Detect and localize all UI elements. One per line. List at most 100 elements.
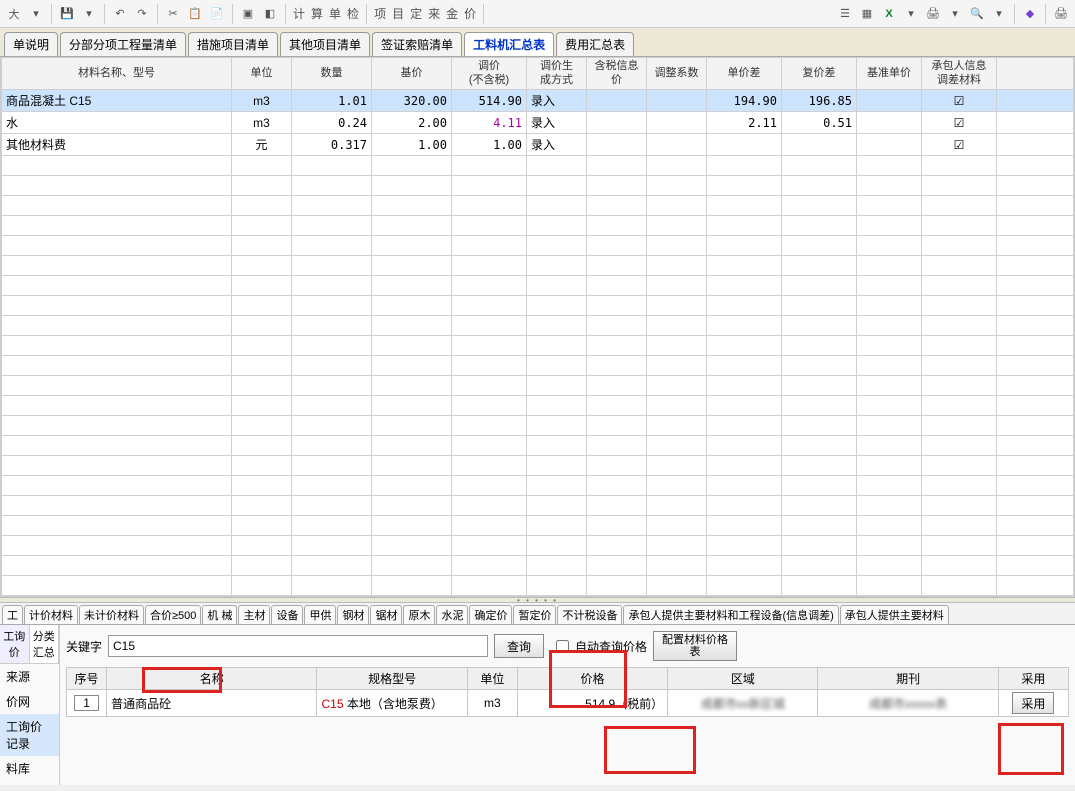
filter-tab[interactable]: 承包人提供主要材料和工程设备(信息调差)	[623, 605, 838, 624]
filter-tab[interactable]: 不计税设备	[557, 605, 622, 624]
side-tab-price[interactable]: 工询价	[0, 625, 30, 663]
grid-header[interactable]: 基价	[372, 58, 452, 90]
calc-label[interactable]: 检	[345, 5, 361, 22]
grid-header[interactable]: 调整系数	[647, 58, 707, 90]
grid-row-empty[interactable]	[2, 276, 1074, 296]
config-price-table-button[interactable]: 配置材料价格 表	[653, 631, 737, 661]
excel-icon[interactable]: X	[879, 4, 899, 24]
main-tab[interactable]: 措施项目清单	[188, 32, 278, 56]
result-header[interactable]: 序号	[67, 668, 107, 690]
keyword-input[interactable]	[108, 635, 488, 657]
filter-tab[interactable]: 暂定价	[513, 605, 556, 624]
grid-header[interactable]: 单价差	[707, 58, 782, 90]
filter-tab[interactable]: 主材	[238, 605, 270, 624]
grid-row-empty[interactable]	[2, 456, 1074, 476]
calc-label[interactable]: 价	[462, 5, 478, 22]
grid-row[interactable]: 其他材料费元0.3171.001.00录入☑	[2, 134, 1074, 156]
calc-label[interactable]: 金	[444, 5, 460, 22]
contractor-adjust-checkbox[interactable]: ☑	[922, 112, 997, 134]
paste-icon[interactable]: 📄	[207, 4, 227, 24]
undo-icon[interactable]: ↶	[110, 4, 130, 24]
auto-query-checkbox[interactable]	[556, 640, 569, 653]
grid-row-empty[interactable]	[2, 296, 1074, 316]
grid-row[interactable]: 水m30.242.004.11录入2.110.51☑	[2, 112, 1074, 134]
grid-header[interactable]: 基准单价	[857, 58, 922, 90]
grid-row-empty[interactable]	[2, 576, 1074, 596]
calc-label[interactable]: 算	[309, 5, 325, 22]
filter-tab[interactable]: 原木	[403, 605, 435, 624]
copy-icon[interactable]: 📋	[185, 4, 205, 24]
grid-row-empty[interactable]	[2, 436, 1074, 456]
grid-header[interactable]: 数量	[292, 58, 372, 90]
calc-label[interactable]: 来	[426, 5, 442, 22]
filter-tab[interactable]: 锯材	[370, 605, 402, 624]
grid-header[interactable]: 材料名称、型号	[2, 58, 232, 90]
grid-row-empty[interactable]	[2, 256, 1074, 276]
grid-row-empty[interactable]	[2, 556, 1074, 576]
list-icon[interactable]: ☰	[835, 4, 855, 24]
main-tab[interactable]: 费用汇总表	[556, 32, 634, 56]
grid-header[interactable]: 调价(不含税)	[452, 58, 527, 90]
filter-tab[interactable]: 计价材料	[24, 605, 78, 624]
result-header[interactable]: 单位	[467, 668, 517, 690]
grid-row-empty[interactable]	[2, 316, 1074, 336]
grid-header[interactable]: 单位	[232, 58, 292, 90]
result-header[interactable]: 规格型号	[317, 668, 467, 690]
filter-tab[interactable]: 承包人提供主要材料	[840, 605, 949, 624]
grid-row-empty[interactable]	[2, 516, 1074, 536]
cut-icon[interactable]: ✂	[163, 4, 183, 24]
calc-label[interactable]: 单	[327, 5, 343, 22]
print-icon[interactable]: 🖨	[1051, 4, 1071, 24]
main-tab[interactable]: 单说明	[4, 32, 58, 56]
dropdown-arrow-icon[interactable]: ▾	[989, 4, 1009, 24]
panel-icon[interactable]: ◧	[260, 4, 280, 24]
save-icon[interactable]: 💾	[57, 4, 77, 24]
grid-icon[interactable]: ▦	[857, 4, 877, 24]
grid-row-empty[interactable]	[2, 336, 1074, 356]
materials-grid[interactable]: 材料名称、型号单位数量基价调价(不含税)调价生成方式含税信息价调整系数单价差复价…	[1, 57, 1074, 597]
dropdown-arrow-icon[interactable]: ▾	[901, 4, 921, 24]
search-button[interactable]: 查询	[494, 634, 544, 658]
help-book-icon[interactable]: ◆	[1020, 4, 1040, 24]
contractor-adjust-checkbox[interactable]: ☑	[922, 90, 997, 112]
dropdown-arrow-icon[interactable]: ▾	[26, 4, 46, 24]
calc-label[interactable]: 定	[408, 5, 424, 22]
main-tab[interactable]: 工料机汇总表	[464, 32, 554, 56]
side-item-pricenet[interactable]: 价网	[0, 689, 59, 714]
contractor-adjust-checkbox[interactable]: ☑	[922, 134, 997, 156]
grid-row-empty[interactable]	[2, 356, 1074, 376]
grid-row[interactable]: 商品混凝土 C15m31.01320.00514.90录入194.90196.8…	[2, 90, 1074, 112]
preview-icon[interactable]: 🔍	[967, 4, 987, 24]
grid-row-empty[interactable]	[2, 536, 1074, 556]
side-item-library[interactable]: 料库	[0, 756, 59, 781]
result-header[interactable]: 采用	[998, 668, 1068, 690]
redo-icon[interactable]: ↷	[132, 4, 152, 24]
filter-tab[interactable]: 设备	[271, 605, 303, 624]
side-item-query-history[interactable]: 工询价记录	[0, 714, 59, 756]
grid-row-empty[interactable]	[2, 396, 1074, 416]
filter-tab[interactable]: 确定价	[469, 605, 512, 624]
side-item-source[interactable]: 来源	[0, 664, 59, 689]
dropdown-arrow-icon[interactable]: ▾	[945, 4, 965, 24]
main-tab[interactable]: 分部分项工程量清单	[60, 32, 186, 56]
result-header[interactable]: 期刊	[818, 668, 998, 690]
calc-label[interactable]: 目	[390, 5, 406, 22]
filter-tab[interactable]: 机 械	[202, 605, 237, 624]
grid-row-empty[interactable]	[2, 236, 1074, 256]
result-header[interactable]: 价格	[517, 668, 667, 690]
result-header[interactable]: 区域	[668, 668, 818, 690]
grid-header[interactable]: 含税信息价	[587, 58, 647, 90]
filter-tab[interactable]: 钢材	[337, 605, 369, 624]
grid-row-empty[interactable]	[2, 216, 1074, 236]
grid-row-empty[interactable]	[2, 196, 1074, 216]
grid-header[interactable]: 承包人信息调差材料	[922, 58, 997, 90]
grid-header[interactable]: 复价差	[782, 58, 857, 90]
filter-tab[interactable]: 水泥	[436, 605, 468, 624]
filter-tab[interactable]: 甲供	[304, 605, 336, 624]
dropdown-arrow-icon[interactable]: ▾	[79, 4, 99, 24]
grid-row-empty[interactable]	[2, 156, 1074, 176]
print-icon[interactable]: 🖨	[923, 4, 943, 24]
result-grid[interactable]: 序号名称规格型号单位价格区域期刊采用 1 普通商品砼 C15 本地（含地泵费） …	[66, 667, 1069, 717]
toggle-icon[interactable]: ▣	[238, 4, 258, 24]
main-tab[interactable]: 其他项目清单	[280, 32, 370, 56]
